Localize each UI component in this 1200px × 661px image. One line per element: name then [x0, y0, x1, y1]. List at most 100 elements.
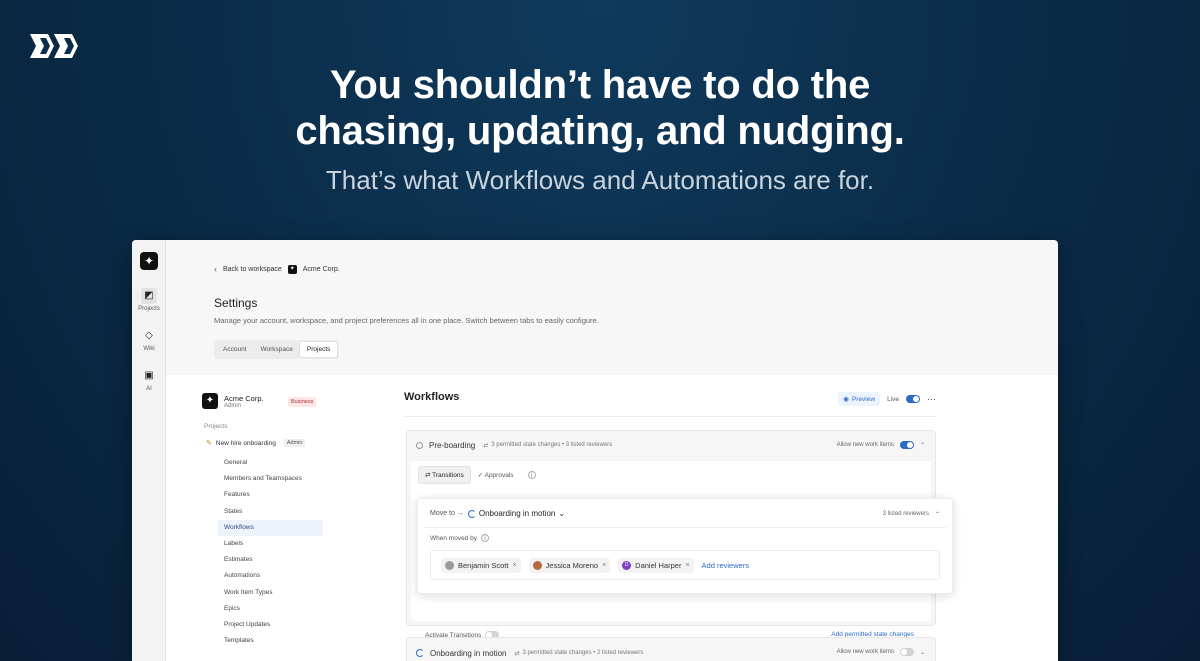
nav-item-work-item-types[interactable]: Work Item Types — [218, 585, 323, 601]
reviewer-chip: Benjamin Scott × — [441, 557, 521, 573]
target-state-name: Onboarding in motion — [478, 509, 556, 518]
target-state-dropdown[interactable]: Onboarding in motion ⌄ — [467, 509, 566, 518]
tab-projects[interactable]: Projects — [299, 342, 338, 357]
avatar: D — [622, 560, 632, 570]
transfer-icon: ⇄ — [483, 442, 489, 449]
rail-item-ai[interactable]: ▣ AI — [132, 368, 166, 392]
allow-new-items-toggle[interactable] — [899, 648, 914, 656]
back-to-workspace-link[interactable]: Back to workspace — [223, 266, 282, 273]
preview-button[interactable]: ◉ Preview — [838, 392, 881, 406]
avatar — [532, 560, 542, 570]
nav-item-automations[interactable]: Automations — [218, 568, 323, 584]
reviewer-chip: D Daniel Harper × — [618, 557, 694, 573]
allow-new-items-toggle[interactable] — [899, 441, 914, 449]
rail-item-label: Wiki — [143, 346, 155, 352]
chevron-down-icon: ⌄ — [558, 509, 566, 518]
workflow-actions: ◉ Preview Live ⋯ — [838, 392, 936, 406]
breadcrumb: ‹ Back to workspace ✦ Acme Corp. — [214, 264, 340, 274]
close-icon[interactable]: × — [685, 562, 689, 569]
preview-label: Preview — [851, 395, 876, 403]
plan-badge: Business — [288, 397, 317, 407]
rail-item-label: AI — [146, 386, 152, 392]
nav-item-project-updates[interactable]: Project Updates — [218, 617, 323, 633]
app-logo-icon[interactable]: ✦ — [140, 252, 158, 270]
live-label: Live — [887, 395, 899, 403]
tab-workspace[interactable]: Workspace — [254, 342, 300, 357]
close-icon[interactable]: × — [602, 562, 606, 569]
workflows-title: Workflows — [404, 391, 460, 403]
nav-item-epics[interactable]: Epics — [218, 601, 323, 617]
projects-icon: ◩ — [141, 288, 157, 304]
hero-subheadline: That’s what Workflows and Automations ar… — [325, 165, 875, 195]
eye-icon: ◉ — [843, 396, 849, 403]
divider — [404, 416, 936, 417]
project-item[interactable]: ✎ New hire onboarding Admin — [206, 439, 306, 447]
tab-transitions[interactable]: ⇄ Transitions — [419, 467, 470, 483]
state-circle-icon — [416, 441, 423, 449]
app-window: ✦ ◩ Projects ◇ Wiki ▣ AI ‹ Back to works… — [132, 240, 1058, 661]
chevron-left-icon[interactable]: ‹ — [214, 264, 217, 274]
tab-transitions-label: Transitions — [432, 472, 464, 479]
transition-controls: 3 listed reviewers ⌃ — [883, 511, 940, 518]
when-moved-by: When moved by i — [430, 534, 489, 542]
transition-header: Move to → Onboarding in motion ⌄ — [430, 509, 565, 518]
nav-item-workflows[interactable]: Workflows — [218, 519, 323, 536]
pencil-icon: ✎ — [206, 440, 212, 447]
nav-item-templates[interactable]: Templates — [218, 633, 323, 649]
workspace-switcher[interactable]: ✦ Acme Corp. Admin — [202, 393, 264, 409]
state-controls: Allow new work items ⌃ — [837, 441, 925, 449]
nav-item-labels[interactable]: Labels — [218, 536, 323, 552]
workspace-link[interactable]: Acme Corp. — [303, 266, 340, 273]
chevron-up-icon[interactable]: ⌃ — [920, 442, 925, 449]
workspace-logo-icon: ✦ — [287, 264, 297, 274]
project-name: New hire onboarding — [215, 439, 276, 447]
divider — [424, 527, 946, 528]
rail-item-projects[interactable]: ◩ Projects — [132, 288, 166, 312]
live-toggle[interactable] — [906, 395, 920, 403]
more-options-icon[interactable]: ⋯ — [927, 394, 936, 405]
in-progress-icon — [416, 649, 424, 657]
hero-headline-line-2: chasing, updating, and nudging. — [295, 109, 905, 153]
projects-section-label: Projects — [204, 423, 228, 430]
rail-item-wiki[interactable]: ◇ Wiki — [132, 328, 166, 352]
nav-item-estimates[interactable]: Estimates — [218, 552, 323, 568]
allow-new-items-label: Allow new work items — [836, 649, 894, 655]
rail-item-label: Projects — [138, 306, 160, 312]
tab-account[interactable]: Account — [216, 342, 254, 357]
page-title: Settings — [214, 296, 258, 310]
settings-content: ✦ Acme Corp. Admin Business Projects ✎ N… — [166, 375, 1058, 661]
transition-card: Move to → Onboarding in motion ⌄ 3 liste… — [417, 498, 953, 594]
state-name: Onboarding in motion — [430, 648, 507, 658]
state-card-onboarding-in-motion: Onboarding in motion ⇄ 3 permitted state… — [406, 637, 936, 661]
wiki-icon: ◇ — [145, 330, 153, 341]
approval-icon: ✓ — [477, 472, 485, 479]
state-meta: 3 permitted state changes • 2 listed rev… — [522, 650, 644, 656]
ai-icon: ▣ — [144, 370, 154, 381]
nav-item-members[interactable]: Members and Teamspaces — [218, 471, 323, 487]
close-icon[interactable]: × — [512, 562, 516, 569]
workspace-name: Acme Corp. — [224, 393, 264, 403]
reviewers-field[interactable]: Benjamin Scott × Jessica Moreno × D Dani… — [430, 550, 940, 580]
page-description: Manage your account, workspace, and proj… — [214, 316, 599, 325]
in-progress-icon — [467, 509, 476, 518]
chevron-down-icon[interactable]: ⌄ — [920, 649, 925, 656]
state-name: Pre-boarding — [429, 440, 476, 450]
info-icon[interactable]: i — [480, 534, 489, 542]
chevron-up-icon[interactable]: ⌃ — [935, 511, 940, 518]
state-controls: Allow new work items ⌄ — [837, 648, 925, 656]
reviewer-count: 3 listed reviewers — [882, 511, 929, 517]
avatar — [445, 560, 454, 570]
nav-item-states[interactable]: States — [218, 504, 323, 520]
workspace-role: Admin — [224, 402, 242, 409]
nav-item-general[interactable]: General — [218, 455, 323, 471]
reviewer-name: Jessica Moreno — [545, 560, 599, 570]
nav-item-features[interactable]: Features — [218, 487, 323, 503]
state-meta: 3 permitted state changes • 3 listed rev… — [491, 442, 613, 448]
info-icon[interactable]: i — [527, 471, 536, 479]
tab-approvals[interactable]: ✓ Approvals — [472, 467, 520, 483]
add-reviewers-button[interactable]: Add reviewers — [702, 561, 750, 570]
workspace-avatar: ✦ — [202, 393, 218, 409]
hero-headline-line-1: You shouldn’t have to do the — [329, 63, 871, 107]
transfer-icon: ⇄ — [514, 650, 520, 657]
reviewer-name: Benjamin Scott — [458, 560, 509, 570]
